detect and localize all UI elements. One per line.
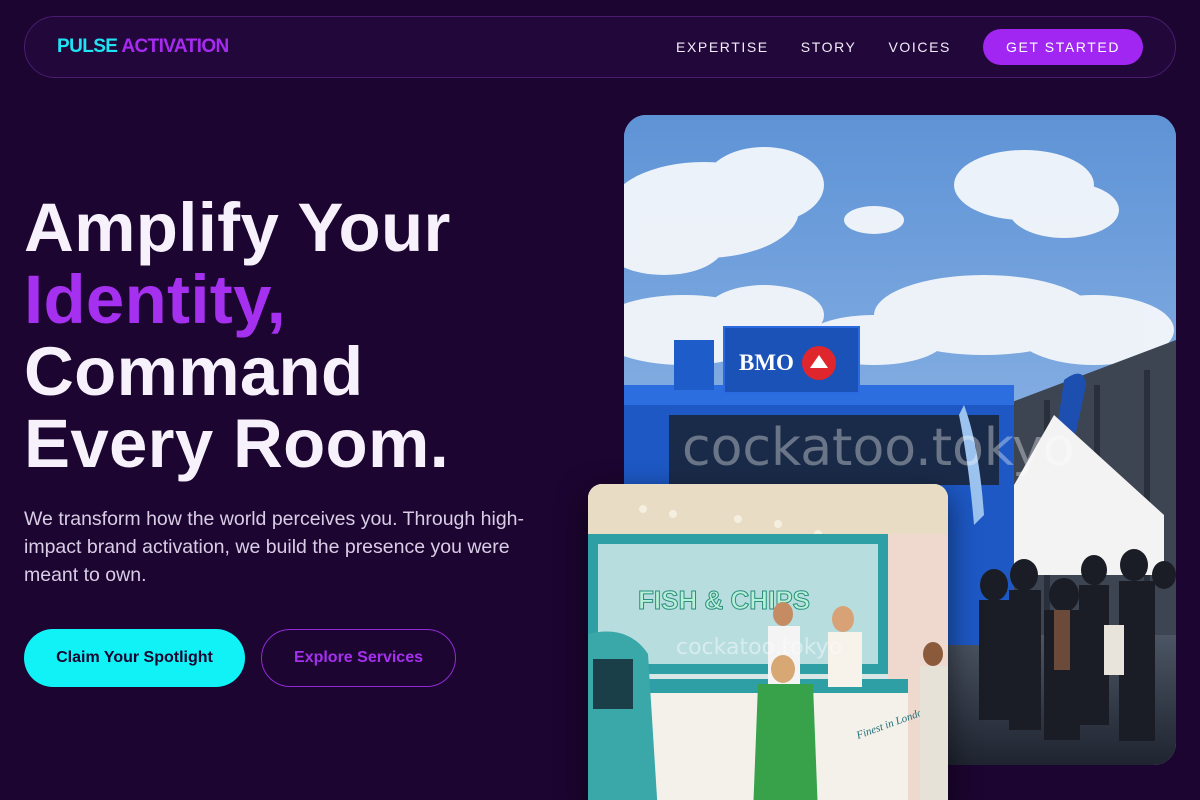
explore-services-button[interactable]: Explore Services <box>261 629 456 687</box>
top-navbar: PULSE ACTIVATION EXPERTISE STORY VOICES … <box>24 16 1176 78</box>
logo-text-activation: ACTIVATION <box>121 36 229 57</box>
brand-logo[interactable]: PULSE ACTIVATION <box>57 36 229 58</box>
nav-link-story[interactable]: STORY <box>801 39 857 55</box>
hero-title-line4: Every Room. <box>24 405 450 482</box>
nav-links: EXPERTISE STORY VOICES GET STARTED <box>644 29 1143 65</box>
hero-title-line1: Amplify Your <box>24 189 451 266</box>
event-photo-secondary-illustration: FISH & CHIPS Finest in London! cockatoo.… <box>588 484 948 800</box>
secondary-photo-watermark: cockatoo.tokyo <box>676 635 842 660</box>
claim-spotlight-button[interactable]: Claim Your Spotlight <box>24 629 245 687</box>
get-started-button[interactable]: GET STARTED <box>983 29 1143 65</box>
main-photo-watermark: cockatoo.tokyo <box>682 418 1075 478</box>
hero-title-accent: Identity, <box>24 261 287 338</box>
hero-title-line3: Command <box>24 333 364 410</box>
logo-text-pulse: PULSE <box>57 36 118 57</box>
nav-link-expertise[interactable]: EXPERTISE <box>676 39 769 55</box>
bmo-sign-text: BMO <box>739 350 794 375</box>
landing-page: PULSE ACTIVATION EXPERTISE STORY VOICES … <box>0 0 1200 800</box>
hero-subtitle: We transform how the world perceives you… <box>24 508 525 586</box>
hero-title: Amplify Your Identity, Command Every Roo… <box>24 192 584 480</box>
nav-link-voices[interactable]: VOICES <box>888 39 951 55</box>
event-photo-secondary: FISH & CHIPS Finest in London! cockatoo.… <box>588 484 948 800</box>
